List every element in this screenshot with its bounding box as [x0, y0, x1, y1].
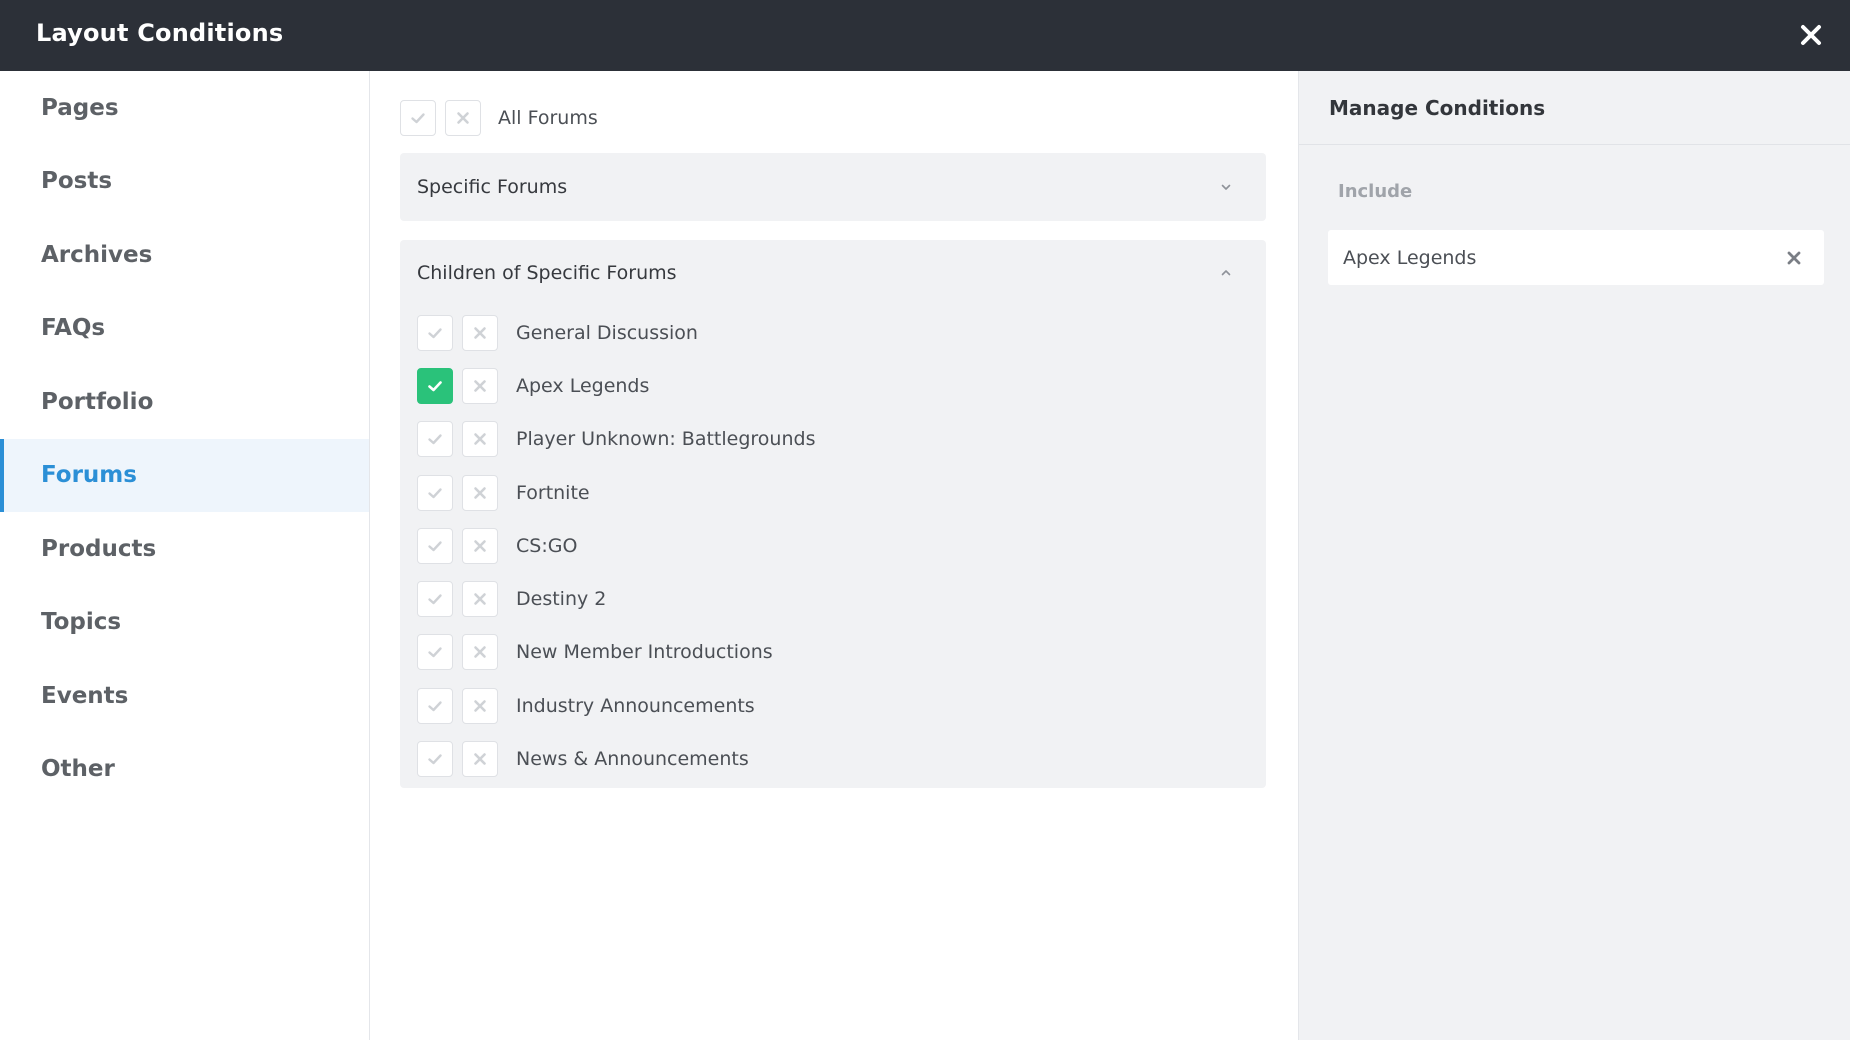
- exclude-toggle[interactable]: [462, 421, 498, 458]
- sidebar-item-topics[interactable]: Topics: [0, 586, 369, 660]
- include-toggle[interactable]: [417, 634, 453, 671]
- modal-title: Layout Conditions: [36, 19, 284, 47]
- close-icon: [474, 699, 486, 712]
- exclude-toggle[interactable]: [462, 367, 498, 404]
- forum-label: General Discussion: [516, 321, 698, 344]
- forum-label: Fortnite: [516, 481, 590, 504]
- sidebar-item-archives[interactable]: Archives: [0, 218, 369, 292]
- close-icon: [474, 540, 486, 552]
- close-icon: [457, 112, 469, 124]
- manage-conditions-title: Manage Conditions: [1299, 71, 1850, 145]
- sidebar-item-posts[interactable]: Posts: [0, 145, 369, 219]
- close-icon: [474, 486, 486, 499]
- manage-conditions-panel: Manage Conditions Include Apex Legends: [1298, 71, 1850, 1040]
- check-icon: [428, 381, 442, 392]
- exclude-toggle[interactable]: [462, 634, 498, 671]
- forum-label: Player Unknown: Battlegrounds: [516, 428, 816, 451]
- check-icon: [428, 701, 442, 711]
- forum-list: General Discussion Apex Legends Player U…: [400, 306, 1266, 786]
- close-button[interactable]: [1794, 18, 1828, 52]
- check-icon: [428, 541, 442, 552]
- all-forums-label: All Forums: [498, 107, 598, 129]
- sidebar-item-forums[interactable]: Forums: [0, 438, 369, 512]
- specific-forums-panel: Specific Forums: [400, 153, 1266, 221]
- include-toggle[interactable]: [417, 474, 453, 511]
- include-toggle[interactable]: [417, 421, 453, 458]
- close-icon: [474, 646, 486, 659]
- sidebar-item-events[interactable]: Events: [0, 659, 369, 733]
- close-icon: [1801, 25, 1821, 45]
- forum-label: News & Announcements: [516, 748, 749, 771]
- condition-item: Apex Legends: [1328, 230, 1824, 285]
- specific-forums-header[interactable]: Specific Forums: [400, 153, 1266, 221]
- include-toggle[interactable]: [417, 581, 453, 618]
- forum-row: Industry Announcements: [417, 679, 1266, 732]
- sidebar-item-products[interactable]: Products: [0, 512, 369, 586]
- forum-label: New Member Introductions: [516, 641, 773, 664]
- check-icon: [428, 754, 442, 765]
- panel-title: Children of Specific Forums: [417, 262, 677, 284]
- exclude-toggle[interactable]: [462, 527, 498, 564]
- conditions-main-panel: All Forums Specific Forums Children of S…: [371, 71, 1297, 1040]
- all-forums-exclude-toggle[interactable]: [445, 100, 481, 136]
- include-toggle[interactable]: [417, 741, 453, 778]
- exclude-toggle[interactable]: [462, 474, 498, 511]
- check-icon: [428, 487, 442, 498]
- forum-row: News & Announcements: [417, 732, 1266, 785]
- forum-row: Fortnite: [417, 466, 1266, 519]
- condition-label: Apex Legends: [1343, 246, 1477, 269]
- chevron-up-icon: [1219, 266, 1233, 280]
- forum-row: Player Unknown: Battlegrounds: [417, 413, 1266, 466]
- check-icon: [428, 594, 442, 605]
- close-icon: [474, 380, 486, 392]
- include-toggle[interactable]: [417, 527, 453, 564]
- forum-row: Apex Legends: [417, 359, 1266, 412]
- close-icon: [474, 326, 486, 339]
- forum-row: General Discussion: [417, 306, 1266, 359]
- sidebar-item-pages[interactable]: Pages: [0, 71, 369, 145]
- chevron-down-icon: [1219, 180, 1233, 194]
- sidebar-item-portfolio[interactable]: Portfolio: [0, 365, 369, 439]
- condition-type-sidebar: Pages Posts Archives FAQs Portfolio Foru…: [0, 71, 370, 1040]
- check-icon: [411, 113, 425, 124]
- sidebar-item-other[interactable]: Other: [0, 733, 369, 807]
- children-forums-panel: Children of Specific Forums General Disc…: [400, 240, 1266, 788]
- exclude-toggle[interactable]: [462, 314, 498, 351]
- forum-row: CS:GO: [417, 519, 1266, 572]
- include-toggle[interactable]: [417, 687, 453, 724]
- modal-header: Layout Conditions: [0, 0, 1850, 71]
- close-icon: [1787, 251, 1801, 264]
- forum-row: Destiny 2: [417, 572, 1266, 625]
- children-forums-header[interactable]: Children of Specific Forums: [400, 240, 1266, 306]
- forum-label: Industry Announcements: [516, 694, 755, 717]
- all-forums-row: All Forums: [400, 100, 598, 136]
- forum-label: Apex Legends: [516, 374, 650, 397]
- all-forums-include-toggle[interactable]: [400, 100, 436, 136]
- panel-title: Specific Forums: [417, 176, 568, 198]
- close-icon: [474, 753, 486, 765]
- remove-condition-button[interactable]: [1784, 248, 1804, 268]
- check-icon: [428, 434, 442, 445]
- exclude-toggle[interactable]: [462, 741, 498, 778]
- exclude-toggle[interactable]: [462, 581, 498, 618]
- sidebar-item-faqs[interactable]: FAQs: [0, 292, 369, 366]
- check-icon: [428, 647, 442, 658]
- forum-row: New Member Introductions: [417, 626, 1266, 679]
- forum-label: Destiny 2: [516, 588, 607, 611]
- check-icon: [428, 327, 442, 338]
- close-icon: [474, 433, 486, 446]
- include-section-label: Include: [1338, 181, 1413, 202]
- include-toggle[interactable]: [417, 314, 453, 351]
- exclude-toggle[interactable]: [462, 687, 498, 724]
- forum-label: CS:GO: [516, 534, 578, 557]
- close-icon: [474, 593, 486, 605]
- include-toggle[interactable]: [417, 367, 453, 404]
